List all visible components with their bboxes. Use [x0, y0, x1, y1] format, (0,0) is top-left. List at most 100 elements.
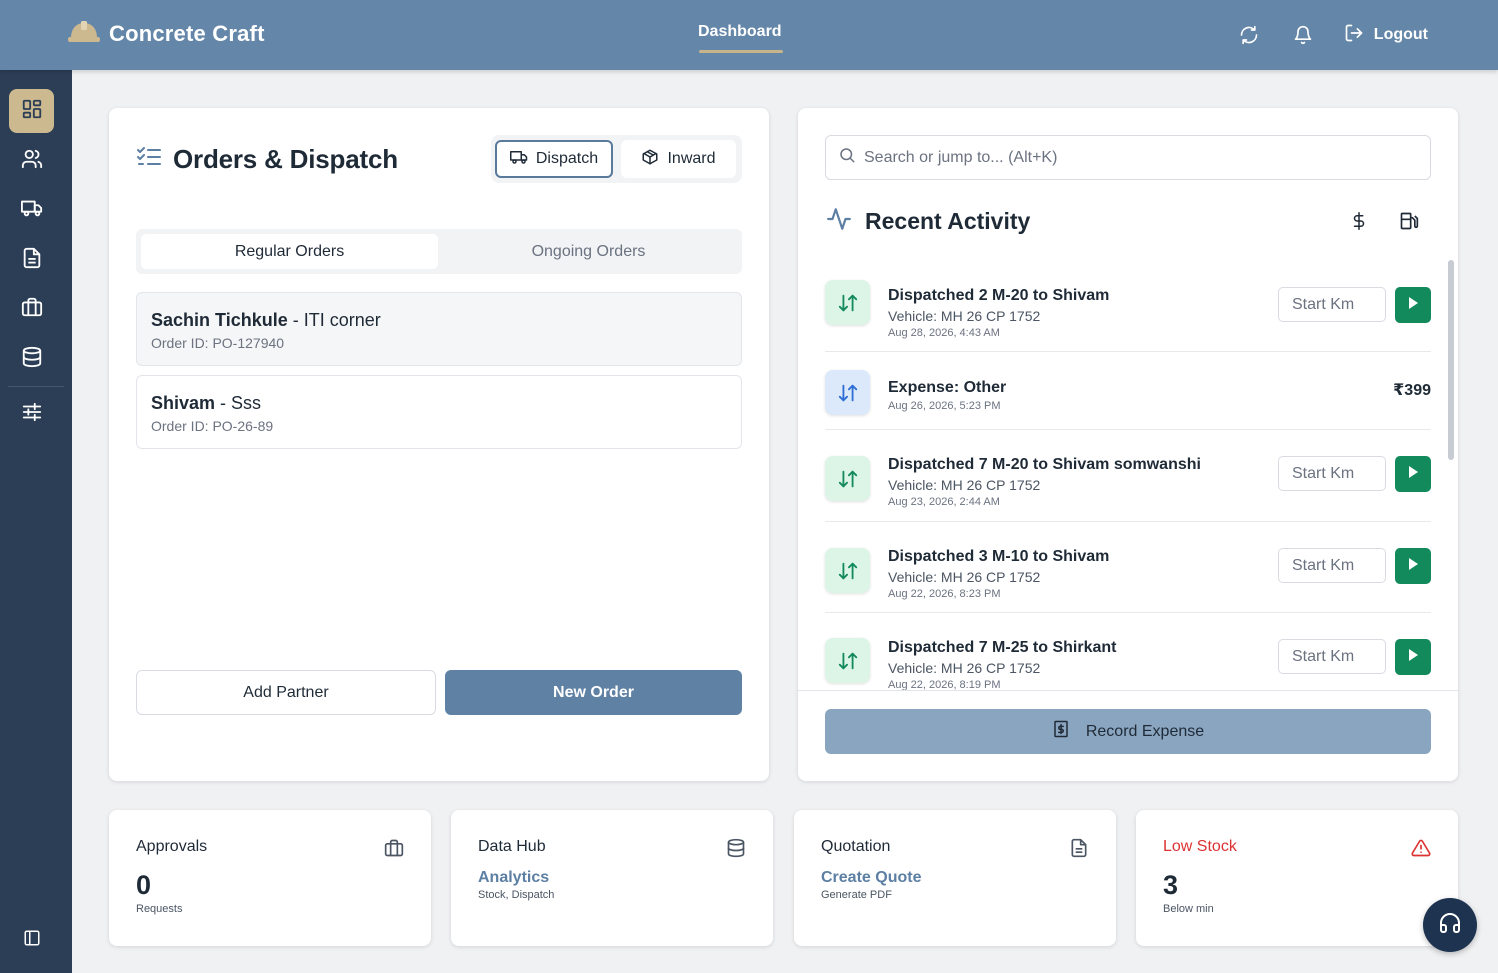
recent-activity-card: Recent Activity Dispatched 2 M-20 to Shi… — [798, 108, 1458, 781]
activity-pulse-icon — [825, 206, 853, 237]
support-chat-button[interactable] — [1423, 898, 1477, 952]
briefcase-icon — [384, 838, 404, 858]
users-icon — [21, 148, 43, 175]
truck-icon — [20, 197, 43, 224]
activity-date: Aug 26, 2026, 5:23 PM — [888, 400, 1001, 412]
order-id: Order ID: PO-127940 — [151, 335, 285, 351]
order-row[interactable]: Shivam - Sss Order ID: PO-26-89 — [136, 375, 742, 449]
order-party: Sachin Tichkule - ITI corner — [151, 310, 381, 330]
inward-toggle-button[interactable]: Inward — [621, 140, 736, 178]
sliders-icon — [21, 401, 43, 428]
sidebar-item-users[interactable] — [9, 139, 54, 183]
brand[interactable]: Concrete Craft — [67, 18, 265, 49]
dispatch-toggle-label: Dispatch — [535, 150, 599, 167]
start-km-input[interactable]: Start Km — [1278, 456, 1386, 491]
low-stock-label: Low Stock — [1163, 838, 1237, 855]
fuel-pump-icon[interactable] — [1396, 208, 1422, 234]
activity-item[interactable]: Dispatched 2 M-20 to Shivam Vehicle: MH … — [825, 260, 1431, 352]
sidebar-collapse-toggle[interactable] — [9, 918, 54, 962]
sidebar-item-dashboard[interactable] — [9, 89, 54, 133]
analytics-link[interactable]: Analytics — [478, 869, 746, 887]
sidebar — [0, 70, 72, 973]
logout-button[interactable]: Logout — [1344, 23, 1428, 48]
nav-dashboard[interactable]: Dashboard — [698, 23, 782, 41]
activity-date: Aug 28, 2026, 4:43 AM — [888, 327, 1000, 339]
activity-scrollbar[interactable] — [1448, 260, 1454, 460]
sidebar-item-dispatch[interactable] — [9, 188, 54, 232]
dollar-icon[interactable] — [1346, 208, 1372, 234]
dispatch-inward-toggle: Dispatch Inward — [491, 135, 742, 183]
search-box[interactable] — [825, 135, 1431, 180]
create-quote-link[interactable]: Create Quote — [821, 869, 1089, 887]
data-hub-card[interactable]: Data Hub Analytics Stock, Dispatch — [451, 810, 773, 946]
start-km-input[interactable]: Start Km — [1278, 548, 1386, 583]
dashboard-grid-icon — [21, 98, 43, 125]
sidebar-divider — [8, 386, 64, 387]
activity-vehicle: Vehicle: MH 26 CP 1752 — [888, 569, 1041, 585]
activity-divider — [798, 690, 1458, 691]
approvals-card[interactable]: Approvals 0 Requests — [109, 810, 431, 946]
bell-icon[interactable] — [1290, 22, 1316, 48]
approvals-count: 0 — [136, 870, 152, 900]
start-trip-button[interactable] — [1395, 548, 1431, 584]
sidebar-item-approvals[interactable] — [9, 287, 54, 331]
activity-item[interactable]: Expense: Other Aug 26, 2026, 5:23 PM ₹39… — [825, 352, 1431, 430]
record-expense-button[interactable]: Record Expense — [825, 709, 1431, 754]
sidebar-item-data[interactable] — [9, 337, 54, 381]
order-id: Order ID: PO-26-89 — [151, 418, 274, 434]
start-trip-button[interactable] — [1395, 287, 1431, 323]
activity-item[interactable]: Dispatched 7 M-25 to Shirkant Vehicle: M… — [825, 613, 1431, 690]
database-icon — [726, 838, 746, 858]
activity-item[interactable]: Dispatched 7 M-20 to Shivam somwanshi Ve… — [825, 430, 1431, 522]
activity-list: Dispatched 2 M-20 to Shivam Vehicle: MH … — [798, 260, 1458, 690]
database-icon — [21, 346, 43, 373]
quotation-card[interactable]: Quotation Create Quote Generate PDF — [794, 810, 1116, 946]
start-trip-button[interactable] — [1395, 639, 1431, 675]
activity-item[interactable]: Dispatched 3 M-10 to Shivam Vehicle: MH … — [825, 522, 1431, 613]
transfer-arrows-icon — [825, 456, 870, 501]
low-stock-card[interactable]: Low Stock 3 Below min — [1136, 810, 1458, 946]
record-expense-label: Record Expense — [1085, 722, 1205, 740]
play-icon — [1406, 296, 1420, 315]
panel-toggle-icon — [23, 929, 41, 952]
activity-title-text: Dispatched 3 M-10 to Shivam — [888, 548, 1110, 565]
activity-vehicle: Vehicle: MH 26 CP 1752 — [888, 660, 1041, 676]
order-partner-name: Shivam — [151, 393, 216, 413]
dispatch-toggle-button[interactable]: Dispatch — [495, 140, 613, 178]
quotation-sub: Generate PDF — [821, 889, 892, 901]
sidebar-item-documents[interactable] — [9, 238, 54, 282]
activity-date: Aug 22, 2026, 8:19 PM — [888, 679, 1001, 690]
search-input[interactable] — [864, 148, 1404, 167]
approvals-sub: Requests — [136, 903, 183, 915]
top-navbar: Concrete Craft Dashboard Logout — [0, 0, 1498, 70]
orders-title: Orders & Dispatch — [173, 144, 398, 174]
order-row[interactable]: Sachin Tichkule - ITI corner Order ID: P… — [136, 292, 742, 366]
activity-title-text: Dispatched 7 M-20 to Shivam somwanshi — [888, 456, 1201, 473]
headset-icon — [1438, 911, 1462, 940]
start-km-input[interactable]: Start Km — [1278, 287, 1386, 322]
activity-vehicle: Vehicle: MH 26 CP 1752 — [888, 308, 1041, 324]
sidebar-item-settings[interactable] — [9, 392, 54, 436]
order-site: ITI corner — [303, 310, 381, 330]
tab-ongoing-orders[interactable]: Ongoing Orders — [440, 234, 737, 269]
data-hub-sub: Stock, Dispatch — [478, 889, 555, 901]
warning-triangle-icon — [1411, 838, 1431, 858]
quotation-label: Quotation — [821, 838, 891, 855]
search-icon — [838, 146, 856, 169]
new-order-button[interactable]: New Order — [445, 670, 742, 715]
start-trip-button[interactable] — [1395, 456, 1431, 492]
low-stock-count: 3 — [1163, 870, 1179, 900]
play-icon — [1406, 648, 1420, 667]
transfer-arrows-icon — [825, 370, 870, 415]
add-partner-button[interactable]: Add Partner — [136, 670, 436, 715]
briefcase-icon — [21, 296, 43, 323]
play-icon — [1406, 465, 1420, 484]
activity-date: Aug 23, 2026, 2:44 AM — [888, 496, 1000, 508]
logout-label: Logout — [1373, 26, 1428, 43]
refresh-icon[interactable] — [1236, 22, 1262, 48]
brand-name: Concrete Craft — [109, 20, 265, 46]
package-icon — [641, 148, 659, 171]
transfer-arrows-icon — [825, 280, 870, 325]
tab-regular-orders[interactable]: Regular Orders — [141, 234, 438, 269]
start-km-input[interactable]: Start Km — [1278, 639, 1386, 674]
